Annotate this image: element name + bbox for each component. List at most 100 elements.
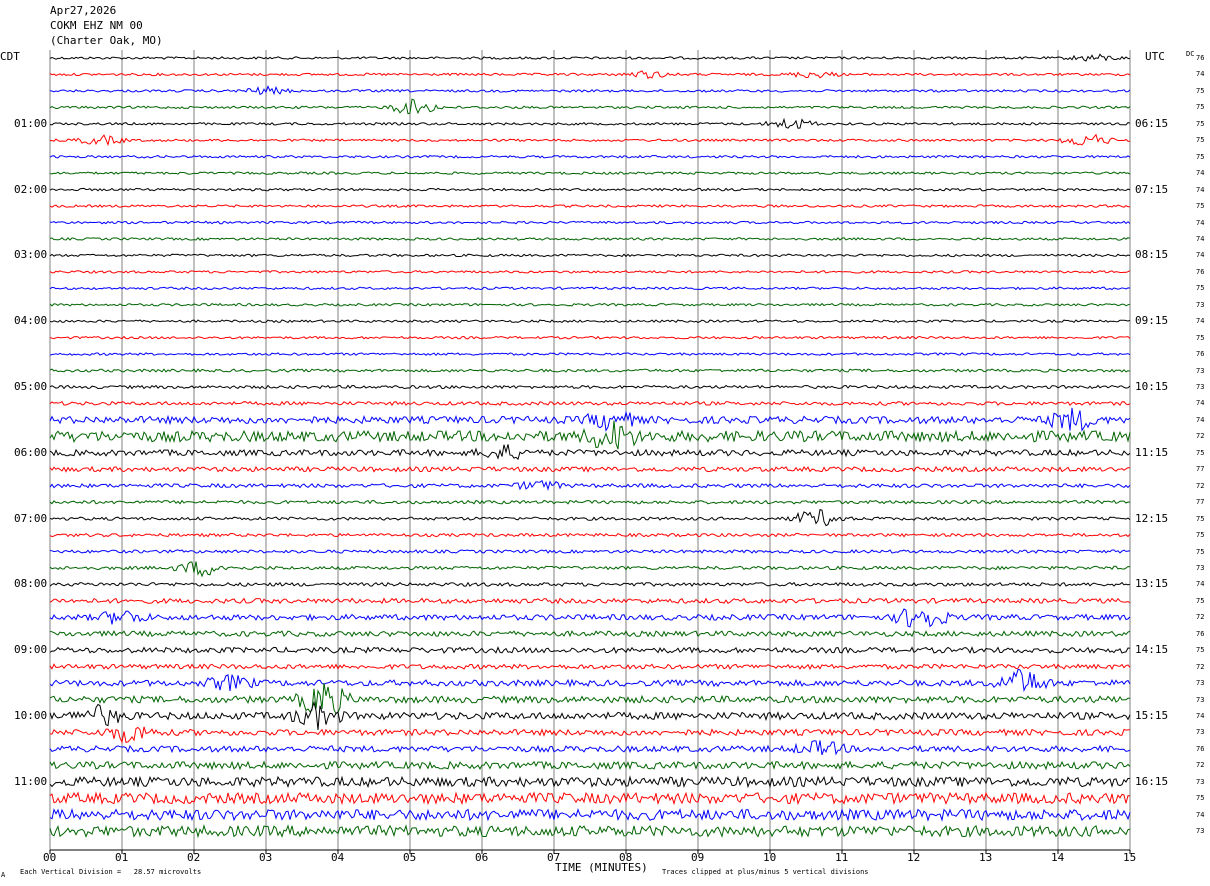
seismic-trace-19 [49,368,1131,373]
x-tick-label: 15 [1123,851,1137,864]
seismic-trace-7 [49,171,1131,176]
seismic-trace-16 [49,319,1131,324]
seismic-trace-8 [49,187,1131,192]
dc-offset-value: 73 [1196,300,1205,309]
x-tick-label: 02 [187,851,201,864]
utc-time-label: 16:15 [1135,774,1169,788]
x-tick-label: 04 [331,851,345,864]
dc-offset-value: 76 [1196,267,1205,276]
clip-note: Traces clipped at plus/minus 5 vertical … [662,868,869,876]
dc-offset-header: DC [1186,50,1195,58]
dc-offset-value: 75 [1196,333,1205,342]
seismic-trace-0 [49,53,1131,62]
dc-offset-value: 73 [1196,383,1205,391]
dc-offset-value: 73 [1196,827,1205,836]
seismic-trace-5 [49,133,1131,147]
cdt-time-label: 07:00 [14,511,48,525]
x-axis-ticks [49,849,1131,854]
seismic-trace-21 [49,400,1131,407]
seismic-trace-14 [49,286,1131,291]
dc-offset-value: 75 [1196,202,1205,211]
cdt-time-label: 04:00 [14,314,48,328]
dc-offset-value: 76 [1196,350,1205,359]
utc-time-label: 11:15 [1135,445,1169,459]
seismic-trace-45 [49,791,1131,806]
dc-offset-value: 76 [1196,629,1205,638]
helicorder-plot [49,50,1131,854]
cdt-time-label: 10:00 [14,709,48,722]
x-tick-label: 14 [1051,851,1065,864]
seismic-trace-4 [49,117,1131,129]
seismic-trace-30 [49,549,1131,554]
seismic-trace-43 [49,760,1131,771]
dc-offset-value: 73 [1196,366,1205,375]
utc-time-label: 09:15 [1135,314,1169,328]
dc-offset-value: 75 [1196,448,1205,457]
dc-offset-value: 72 [1196,662,1205,671]
cdt-time-label: 05:00 [14,380,48,393]
dc-offset-value: 74 [1196,169,1205,178]
dc-offset-value: 75 [1196,794,1205,803]
x-tick-label: 05 [403,851,417,864]
utc-time-label: 06:15 [1135,116,1169,130]
dc-offset-value: 76 [1196,744,1205,753]
seismic-trace-27 [49,499,1131,505]
dc-offset-value: 75 [1196,152,1205,161]
seismic-trace-9 [49,204,1130,208]
dc-offset-value: 72 [1196,432,1205,441]
cdt-time-label: 06:00 [14,445,48,459]
x-tick-label: 13 [979,851,993,864]
seismic-trace-44 [49,775,1131,789]
corner-mark: A [1,871,6,879]
dc-offset-value: 75 [1196,596,1205,605]
dc-offset-value: 75 [1196,514,1205,523]
utc-time-label: 07:15 [1135,182,1169,196]
dc-offset-value: 74 [1196,712,1205,720]
dc-offset-value: 75 [1196,547,1205,556]
seismic-trace-29 [49,532,1131,538]
seismic-trace-33 [49,597,1131,605]
minute-grid [49,50,1131,850]
seismic-trace-46 [49,807,1131,822]
cdt-time-label: 11:00 [14,774,48,788]
utc-time-label: 13:15 [1135,577,1169,591]
dc-offset-value: 72 [1196,613,1205,622]
dc-offset-value: 74 [1196,218,1205,227]
seismic-trace-31 [49,561,1131,578]
dc-offset-value: 77 [1196,498,1205,507]
dc-offset-value: 74 [1196,810,1205,819]
seismic-trace-32 [49,581,1131,587]
dc-offset-value: 77 [1196,465,1205,474]
seismic-trace-41 [49,726,1131,744]
dc-offset-value: 73 [1196,695,1205,704]
station-code: COKM EHZ NM 00 [50,19,143,32]
seismic-trace-26 [49,479,1131,492]
seismic-trace-13 [49,269,1131,274]
x-tick-label: 01 [115,851,129,864]
seismic-trace-47 [49,824,1131,839]
seismic-trace-2 [49,85,1131,96]
seismic-trace-40 [49,700,1131,730]
seismic-trace-18 [49,352,1131,357]
dc-offset-value: 73 [1196,563,1205,572]
dc-offset-value: 75 [1196,119,1205,128]
dc-offset-value: 75 [1196,646,1205,655]
utc-time-label: 14:15 [1135,643,1169,657]
seismic-trace-12 [49,253,1131,258]
seismic-trace-25 [49,465,1131,473]
dc-offset-value: 73 [1196,777,1205,786]
x-tick-label: 09 [691,851,705,864]
seismic-trace-38 [49,668,1131,693]
seismic-trace-39 [49,683,1131,715]
seismic-trace-35 [49,630,1131,638]
dc-offset-value: 74 [1196,415,1205,424]
dc-offset-value: 74 [1196,317,1205,326]
seismic-trace-37 [49,663,1131,671]
dc-offset-value: 75 [1196,86,1205,95]
cdt-time-label: 01:00 [14,116,48,130]
x-tick-label: 11 [835,851,849,864]
seismic-trace-23 [49,420,1131,450]
seismic-trace-28 [49,508,1131,527]
seismic-trace-22 [49,407,1131,432]
seismic-trace-1 [49,70,1131,80]
